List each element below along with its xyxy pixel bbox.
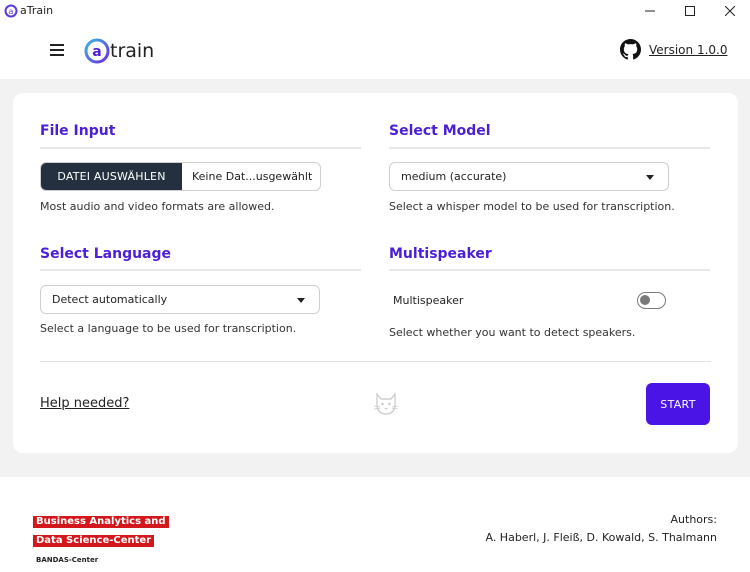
choose-file-button[interactable]: DATEI AUSWÄHLEN [41,163,182,190]
file-input-hint: Most audio and video formats are allowed… [40,200,275,213]
select-language-title: Select Language [40,246,172,262]
maximize-icon [685,6,695,16]
version-link[interactable]: Version 1.0.0 [649,43,727,57]
toggle-knob [640,295,650,305]
chevron-down-icon [297,298,305,303]
maximize-button[interactable] [670,0,710,22]
select-model-title: Select Model [389,123,491,139]
close-icon [725,6,735,16]
file-input-underline [40,147,361,149]
hamburger-menu-icon [50,44,64,56]
window-title: aTrain [20,4,54,17]
select-language-hint: Select a language to be used for transcr… [40,322,297,335]
language-select-value: Detect automatically [52,293,168,306]
atrain-logo: a train [84,38,154,64]
window-titlebar: a aTrain [0,0,750,22]
selected-file-name: Keine Dat...usgewählt [192,170,313,183]
card-divider [40,361,711,362]
atrain-logo-icon: a [4,4,18,18]
select-model-underline [389,147,710,149]
authors-title: Authors: [670,513,717,526]
cat-icon [373,392,399,415]
chevron-down-icon [646,175,654,180]
file-input-title: File Input [40,123,116,139]
version-link-group[interactable]: Version 1.0.0 [620,39,727,60]
close-button[interactable] [710,0,750,22]
multispeaker-toggle-label: Multispeaker [393,294,464,307]
authors-block: Authors: A. Haberl, J. Fleiß, D. Kowald,… [485,511,717,547]
multispeaker-toggle[interactable] [637,292,666,309]
select-model-hint: Select a whisper model to be used for tr… [389,200,675,213]
bandas-logo: Business Analytics and Data Science-Cent… [33,509,169,566]
file-input-field[interactable]: DATEI AUSWÄHLEN Keine Dat...usgewählt [40,162,321,191]
language-select[interactable]: Detect automatically [40,285,320,314]
settings-card: File Input DATEI AUSWÄHLEN Keine Dat...u… [13,93,738,453]
start-button[interactable]: START [646,383,710,425]
help-link[interactable]: Help needed? [40,396,129,411]
svg-text:train: train [110,40,154,62]
app-footer: Business Analytics and Data Science-Cent… [0,477,750,572]
model-select[interactable]: medium (accurate) [389,162,669,191]
minimize-icon [645,10,655,12]
model-select-value: medium (accurate) [401,170,507,183]
select-language-underline [40,269,361,271]
minimize-button[interactable] [630,0,670,22]
brand-line-2: Data Science-Center [33,535,155,547]
hamburger-menu-button[interactable] [46,39,68,61]
brand-line-1: Business Analytics and [33,516,169,528]
svg-text:a: a [9,7,14,16]
github-icon[interactable] [620,39,641,60]
multispeaker-hint: Select whether you want to detect speake… [389,326,636,339]
brand-line-3: BANDAS-Center [36,556,99,564]
svg-text:a: a [92,44,101,60]
authors-names: A. Haberl, J. Fleiß, D. Kowald, S. Thalm… [485,531,717,544]
multispeaker-title: Multispeaker [389,246,492,262]
app-header: a train Version 1.0.0 [0,22,750,79]
multispeaker-underline [389,269,710,271]
